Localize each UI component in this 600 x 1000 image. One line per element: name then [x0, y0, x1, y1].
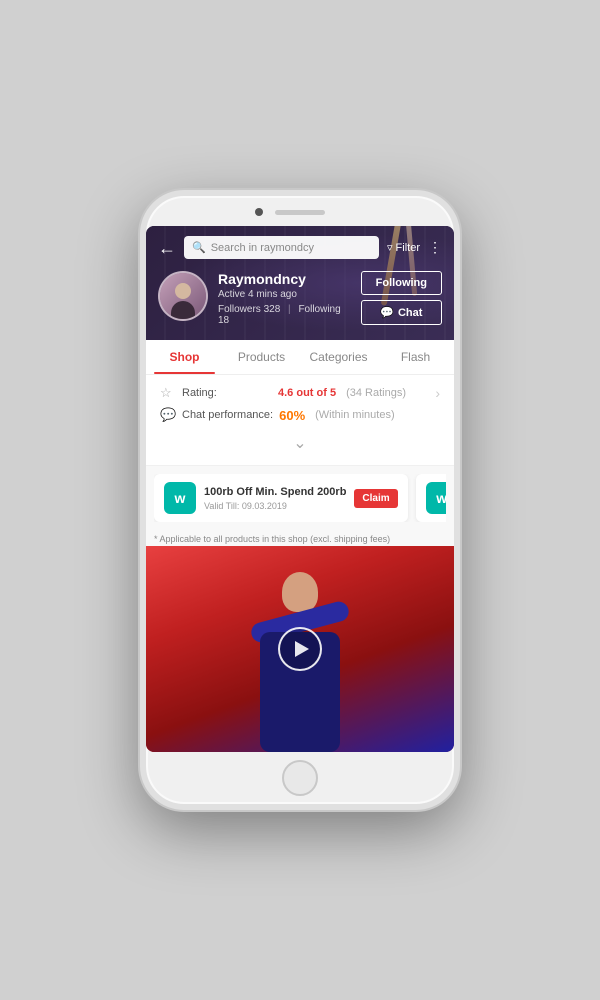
voucher-valid-1: Valid Till: 09.03.2019	[204, 501, 346, 511]
avatar	[158, 271, 208, 321]
speaker-icon	[275, 210, 325, 215]
tab-flash[interactable]: Flash	[377, 340, 454, 374]
volume-up-button[interactable]	[140, 296, 142, 324]
rating-value: 4.6 out of 5	[278, 387, 336, 399]
chat-perf-note: (Within minutes)	[315, 409, 394, 421]
tabs-row: Shop Products Categories Flash	[146, 340, 454, 375]
voucher-strip: w 100rb Off Min. Spend 200rb Valid Till:…	[154, 474, 446, 522]
profile-name: Raymondncy	[218, 271, 351, 287]
chat-label: Chat	[398, 307, 422, 319]
video-person	[240, 592, 360, 752]
following-count: 18	[218, 315, 229, 326]
voucher-info-1: 100rb Off Min. Spend 200rb Valid Till: 0…	[204, 485, 346, 511]
back-button[interactable]: ←	[158, 239, 176, 257]
claim-button-1[interactable]: Claim	[354, 489, 397, 508]
home-button[interactable]	[282, 760, 318, 796]
chevron-right-icon: ›	[435, 385, 440, 401]
tab-products[interactable]: Products	[223, 340, 300, 374]
voucher-note: * Applicable to all products in this sho…	[146, 530, 454, 546]
power-button[interactable]	[458, 316, 460, 360]
voucher-logo-1: w	[164, 482, 196, 514]
avatar-image	[160, 273, 206, 319]
voucher-section: w 100rb Off Min. Spend 200rb Valid Till:…	[146, 466, 454, 530]
stats-divider: |	[288, 304, 291, 315]
profile-row: Raymondncy Active 4 mins ago Followers 3…	[158, 271, 442, 326]
video-person-head	[282, 572, 318, 612]
search-placeholder-text: Search in raymondcy	[211, 242, 314, 254]
search-box[interactable]: 🔍 Search in raymondcy	[184, 236, 379, 259]
filter-button[interactable]: ▿ Filter	[387, 241, 420, 254]
followers-label: Followers	[218, 304, 261, 315]
star-icon: ☆	[160, 385, 176, 401]
following-label: Following	[298, 304, 340, 315]
video-section[interactable]	[146, 546, 454, 752]
filter-icon: ▿	[387, 241, 393, 254]
followers-count: 328	[264, 304, 281, 315]
rating-row: ☆ Rating: 4.6 out of 5 (34 Ratings) ›	[160, 385, 440, 401]
search-row: ← 🔍 Search in raymondcy ▿ Filter ⋮	[158, 236, 442, 259]
rating-label: Rating:	[182, 387, 272, 399]
chat-icon: 💬	[380, 306, 394, 319]
profile-active-status: Active 4 mins ago	[218, 289, 351, 300]
front-camera-icon	[255, 208, 263, 216]
voucher-card-2: w 100rb Off Min. Spend 300rb Valid Till:…	[416, 474, 446, 522]
chat-perf-label: Chat performance:	[182, 409, 273, 421]
avatar-person	[169, 279, 197, 319]
rating-count: (34 Ratings)	[346, 387, 406, 399]
more-options-button[interactable]: ⋮	[428, 239, 442, 256]
volume-down-button[interactable]	[140, 336, 142, 364]
chat-perf-icon: 💬	[160, 407, 176, 423]
profile-stats: Followers 328 | Following 18	[218, 304, 351, 326]
following-button[interactable]: Following	[361, 271, 442, 295]
avatar-head	[175, 283, 191, 299]
avatar-body	[171, 301, 195, 321]
chat-button[interactable]: 💬 Chat	[361, 300, 442, 325]
screen: ← 🔍 Search in raymondcy ▿ Filter ⋮	[146, 226, 454, 752]
profile-actions: Following 💬 Chat	[361, 271, 442, 325]
voucher-logo-2: w	[426, 482, 446, 514]
profile-info: Raymondncy Active 4 mins ago Followers 3…	[218, 271, 351, 326]
tab-shop[interactable]: Shop	[146, 340, 223, 374]
tab-categories[interactable]: Categories	[300, 340, 377, 374]
voucher-title-1: 100rb Off Min. Spend 200rb	[204, 485, 346, 499]
profile-banner: ← 🔍 Search in raymondcy ▿ Filter ⋮	[146, 226, 454, 340]
search-icon: 🔍	[192, 241, 206, 254]
expand-button[interactable]: ⌄	[160, 429, 440, 459]
phone-frame: ← 🔍 Search in raymondcy ▿ Filter ⋮	[140, 190, 460, 810]
chat-performance-row: 💬 Chat performance: 60% (Within minutes)	[160, 407, 440, 423]
stats-section: ☆ Rating: 4.6 out of 5 (34 Ratings) › 💬 …	[146, 375, 454, 465]
play-button[interactable]	[278, 627, 322, 671]
voucher-card-1: w 100rb Off Min. Spend 200rb Valid Till:…	[154, 474, 408, 522]
filter-label: Filter	[396, 242, 420, 254]
chat-perf-value: 60%	[279, 408, 305, 423]
play-icon	[295, 641, 309, 657]
